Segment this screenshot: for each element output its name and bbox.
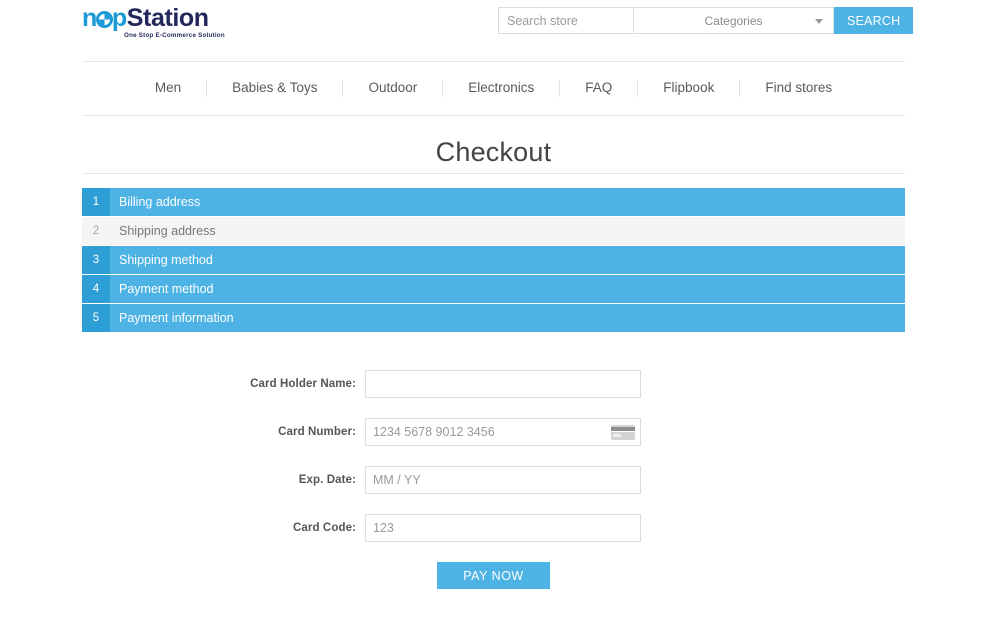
step-number: 1 <box>82 188 110 216</box>
step-label: Payment method <box>119 282 214 296</box>
nav-item-men[interactable]: Men <box>130 80 206 96</box>
logo-suffix: p <box>111 4 127 32</box>
site-header: npStation One Stop E-Commerce Solution C… <box>82 0 914 61</box>
step-label: Billing address <box>119 195 201 209</box>
nav-item-babies-toys[interactable]: Babies & Toys <box>207 80 342 96</box>
step-label: Payment information <box>119 311 234 325</box>
checkout-step-payment-information[interactable]: 5 Payment information <box>82 304 905 332</box>
checkout-step-billing-address[interactable]: 1 Billing address <box>82 188 905 216</box>
checkout-step-shipping-method[interactable]: 3 Shipping method <box>82 246 905 274</box>
card-number-field <box>365 418 641 446</box>
site-logo[interactable]: n pStation One Stop E-Commerce Solution <box>82 5 225 43</box>
nav-item-flipbook[interactable]: Flipbook <box>638 80 739 96</box>
step-number: 2 <box>82 217 110 245</box>
card-holder-name-label: Card Holder Name: <box>250 378 356 390</box>
nav-item-outdoor[interactable]: Outdoor <box>343 80 442 96</box>
logo-name: Station <box>126 4 209 32</box>
search-box: Categories SEARCH <box>498 7 914 34</box>
card-number-input[interactable] <box>365 418 641 446</box>
search-button[interactable]: SEARCH <box>834 7 914 34</box>
form-row-card-holder-name: Card Holder Name: <box>82 370 905 398</box>
form-row-card-code: Card Code: <box>82 514 905 542</box>
card-holder-name-field <box>365 370 641 398</box>
exp-date-input[interactable] <box>365 466 641 494</box>
page-title: Checkout <box>435 136 552 167</box>
search-input[interactable] <box>498 7 634 34</box>
card-chip <box>613 434 621 437</box>
main-navigation: Men Babies & Toys Outdoor Electronics FA… <box>82 61 905 115</box>
checkout-steps: 1 Billing address 2 Shipping address 3 S… <box>82 188 905 332</box>
globe-icon <box>95 11 113 28</box>
card-holder-name-input[interactable] <box>365 370 641 398</box>
checkout-step-payment-method[interactable]: 4 Payment method <box>82 275 905 303</box>
nav-item-faq[interactable]: FAQ <box>560 80 637 96</box>
card-code-input[interactable] <box>365 514 641 542</box>
pay-now-button[interactable]: PAY NOW <box>437 562 550 589</box>
category-select[interactable]: Categories <box>634 7 834 34</box>
card-code-label: Card Code: <box>293 522 356 534</box>
step-number: 4 <box>82 275 110 303</box>
step-label: Shipping address <box>119 224 216 238</box>
logo-tagline: One Stop E-Commerce Solution <box>124 32 225 39</box>
step-label: Shipping method <box>119 253 213 267</box>
nav-item-electronics[interactable]: Electronics <box>443 80 559 96</box>
step-number: 5 <box>82 304 110 332</box>
exp-date-field <box>365 466 641 494</box>
form-row-card-number: Card Number: <box>82 418 905 446</box>
nav-list: Men Babies & Toys Outdoor Electronics FA… <box>130 79 857 97</box>
card-code-field <box>365 514 641 542</box>
card-number-label: Card Number: <box>278 426 356 438</box>
payment-information-form: Card Holder Name: Card Number: Exp. Date… <box>82 370 905 589</box>
checkout-step-shipping-address[interactable]: 2 Shipping address <box>82 217 905 245</box>
nav-divider <box>82 115 905 116</box>
logo-prefix: n <box>82 4 97 32</box>
step-number: 3 <box>82 246 110 274</box>
card-band <box>611 431 635 432</box>
logo-wordmark: n pStation <box>82 5 209 31</box>
credit-card-icon <box>611 425 635 440</box>
form-row-exp-date: Exp. Date: <box>82 466 905 494</box>
category-select-value: Categories <box>704 13 763 28</box>
nav-item-find-stores[interactable]: Find stores <box>740 80 857 96</box>
checkout-page: npStation One Stop E-Commerce Solution C… <box>0 0 1000 623</box>
chevron-down-icon <box>815 18 823 24</box>
exp-date-label: Exp. Date: <box>298 474 356 486</box>
title-divider <box>82 173 905 174</box>
pay-now-row: PAY NOW <box>82 562 905 589</box>
